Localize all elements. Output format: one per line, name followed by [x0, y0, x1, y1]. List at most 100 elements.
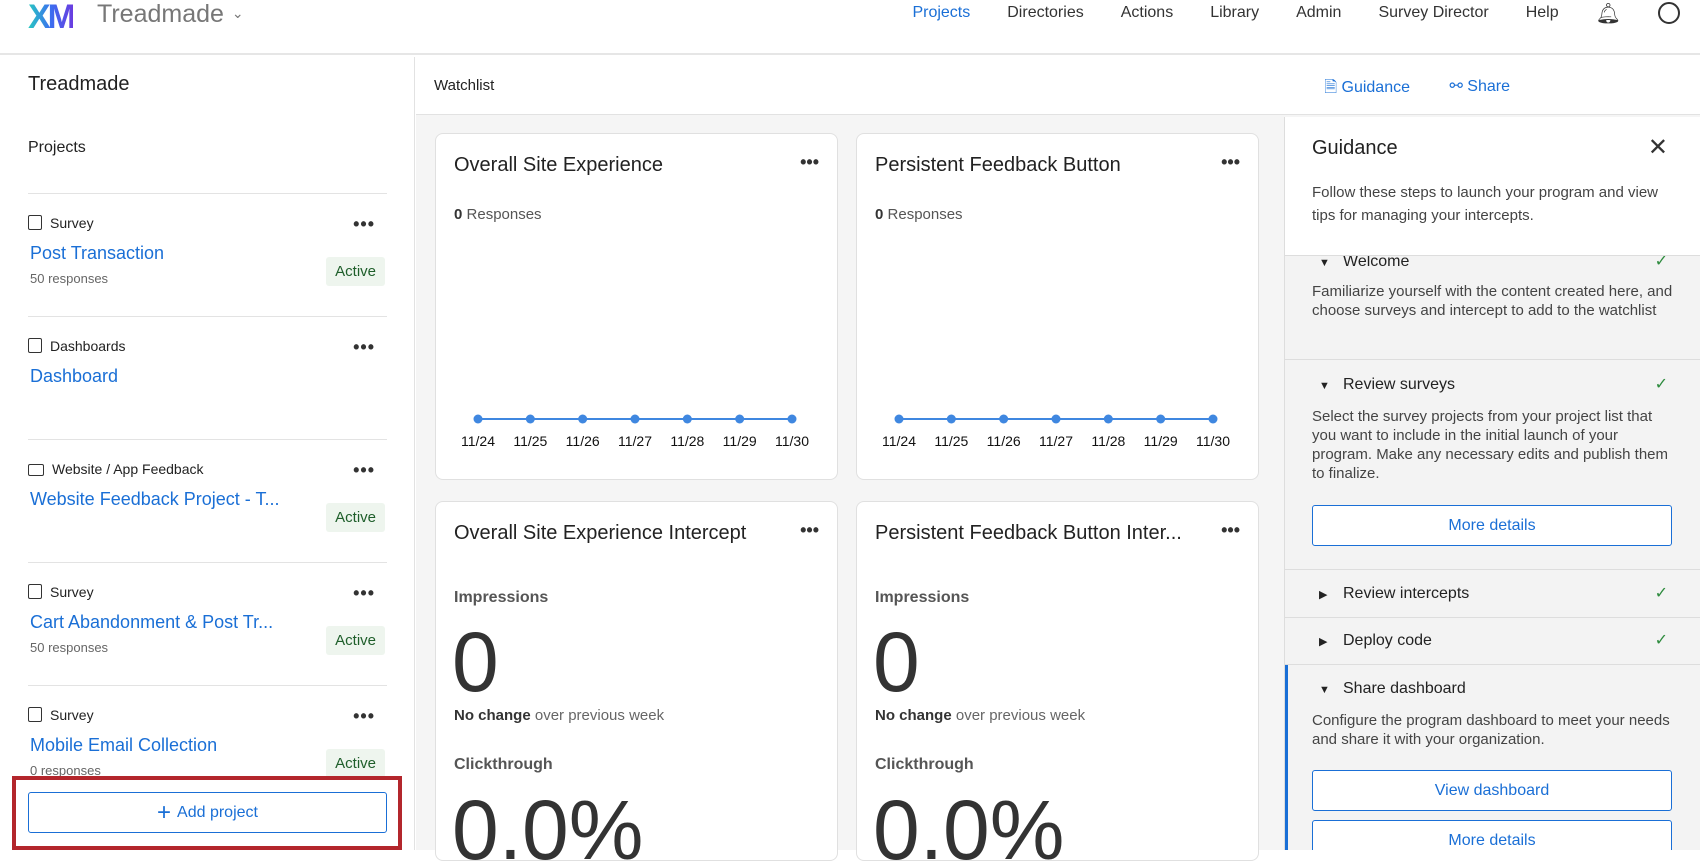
project-item[interactable]: Survey Post Transaction 50 responses •••…: [28, 193, 387, 316]
data-point[interactable]: [787, 414, 797, 424]
data-point[interactable]: [630, 414, 640, 424]
xm-logo[interactable]: XM: [28, 0, 76, 37]
responses-line-chart: 11/24 11/25 11/26 11/27 11/28 11/29 11/30: [882, 414, 1230, 449]
chevron-down-icon: ⌄: [231, 5, 244, 21]
more-details-button[interactable]: More details: [1312, 820, 1672, 850]
more-options-icon[interactable]: •••: [353, 460, 375, 481]
project-type-label: Survey: [50, 215, 94, 231]
survey-icon: [28, 215, 42, 230]
more-options-icon[interactable]: •••: [353, 583, 375, 604]
status-badge: Active: [326, 626, 385, 655]
status-badge: Active: [326, 257, 385, 286]
more-options-icon[interactable]: •••: [1221, 520, 1240, 541]
more-options-icon[interactable]: •••: [1221, 152, 1240, 173]
response-count: 50 responses: [30, 271, 109, 286]
guidance-step-review-surveys[interactable]: ▼ Review surveys ✓ Select the survey proj…: [1285, 360, 1700, 570]
nav-actions[interactable]: Actions: [1121, 4, 1173, 22]
project-type: Survey: [28, 707, 94, 723]
guidance-step-deploy-code[interactable]: ▶ Deploy code ✓: [1285, 618, 1700, 665]
step-header[interactable]: ▼ Share dashboard: [1319, 680, 1466, 698]
add-project-highlight: + Add project: [12, 776, 402, 850]
data-point[interactable]: [1103, 414, 1113, 424]
nav-help[interactable]: Help: [1526, 4, 1559, 22]
more-options-icon[interactable]: •••: [800, 520, 819, 541]
close-icon[interactable]: ✕: [1648, 133, 1668, 162]
project-name-link[interactable]: Mobile Email Collection: [30, 735, 217, 756]
x-tick-label: 11/29: [723, 433, 757, 449]
check-icon: ✓: [1654, 376, 1668, 393]
status-badge: Active: [326, 503, 385, 532]
guidance-header: Guidance ✕ Follow these steps to launch …: [1285, 117, 1700, 256]
project-name-link[interactable]: Website Feedback Project - T...: [30, 489, 279, 510]
project-name-link[interactable]: Dashboard: [30, 366, 118, 387]
clickthrough-value: 0.0%: [452, 783, 644, 861]
add-project-button[interactable]: + Add project: [28, 792, 387, 833]
dashboard-icon: [28, 338, 42, 353]
view-dashboard-button[interactable]: View dashboard: [1312, 770, 1672, 811]
data-point[interactable]: [525, 414, 535, 424]
card-title: Overall Site Experience: [454, 154, 663, 176]
bell-icon[interactable]: 🔔︎: [1596, 1, 1621, 26]
data-point[interactable]: [999, 414, 1009, 424]
responses-line-chart: 11/24 11/25 11/26 11/27 11/28 11/29 11/30: [461, 414, 809, 449]
guidance-step-review-intercepts[interactable]: ▶ Review intercepts ✓: [1285, 570, 1700, 618]
data-point[interactable]: [1208, 414, 1218, 424]
caret-down-icon: ▼: [1319, 684, 1330, 696]
nav-projects[interactable]: Projects: [912, 4, 970, 22]
more-options-icon[interactable]: •••: [353, 337, 375, 358]
nav-library[interactable]: Library: [1210, 4, 1259, 22]
x-tick-label: 11/25: [934, 433, 968, 449]
project-name-link[interactable]: Post Transaction: [30, 243, 164, 264]
check-icon: ✓: [1654, 632, 1668, 649]
guidance-button[interactable]: 🗎 Guidance: [1324, 76, 1410, 103]
card-title: Overall Site Experience Intercept: [454, 522, 747, 544]
brand-switcher[interactable]: Treadmade ⌄: [97, 0, 244, 29]
project-item[interactable]: Survey Cart Abandonment & Post Tr... 50 …: [28, 562, 387, 685]
change-text: No change over previous week: [454, 707, 664, 724]
user-account-icon[interactable]: [1658, 2, 1680, 24]
caret-down-icon: ▼: [1319, 380, 1330, 392]
nav-directories[interactable]: Directories: [1007, 4, 1083, 22]
data-point[interactable]: [578, 414, 588, 424]
project-type-label: Survey: [50, 584, 94, 600]
data-point[interactable]: [1156, 414, 1166, 424]
check-icon: ✓: [1654, 585, 1668, 602]
step-header[interactable]: ▶ Review intercepts: [1319, 585, 1469, 603]
data-point[interactable]: [735, 414, 745, 424]
x-tick-label: 11/30: [775, 433, 809, 449]
nav-admin[interactable]: Admin: [1296, 4, 1341, 22]
change-value: No change: [875, 707, 952, 724]
data-point[interactable]: [473, 414, 483, 424]
more-options-icon[interactable]: •••: [800, 152, 819, 173]
data-point[interactable]: [682, 414, 692, 424]
more-details-button[interactable]: More details: [1312, 505, 1672, 546]
step-header[interactable]: ▶ Deploy code: [1319, 632, 1432, 650]
watchlist-card: Persistent Feedback Button Inter... ••• …: [856, 501, 1259, 861]
clickthrough-value: 0.0%: [873, 783, 1065, 861]
watchlist-card: Overall Site Experience Intercept ••• Im…: [435, 501, 838, 861]
caret-right-icon: ▶: [1319, 636, 1328, 648]
project-item[interactable]: Website / App Feedback Website Feedback …: [28, 439, 387, 562]
project-item[interactable]: Dashboards Dashboard •••: [28, 316, 387, 439]
impressions-label: Impressions: [454, 589, 549, 606]
responses-count: 0 Responses: [875, 206, 963, 223]
watchlist-card: Persistent Feedback Button ••• 0 Respons…: [856, 133, 1259, 480]
step-title: Review surveys: [1343, 376, 1456, 393]
caret-down-icon: ▼: [1319, 257, 1330, 269]
data-point[interactable]: [894, 414, 904, 424]
project-name-link[interactable]: Cart Abandonment & Post Tr...: [30, 612, 273, 633]
data-point[interactable]: [1051, 414, 1061, 424]
more-options-icon[interactable]: •••: [353, 214, 375, 235]
step-header[interactable]: ▼ Review surveys: [1319, 376, 1455, 394]
nav-survey-director[interactable]: Survey Director: [1378, 4, 1488, 22]
project-type: Survey: [28, 215, 94, 231]
project-type-label: Website / App Feedback: [52, 461, 204, 477]
guidance-step-share-dashboard[interactable]: ▼ Share dashboard Configure the program d…: [1285, 665, 1700, 850]
x-tick-label: 11/25: [513, 433, 547, 449]
brand-name: Treadmade: [97, 0, 224, 28]
more-options-icon[interactable]: •••: [353, 706, 375, 727]
share-button[interactable]: ⚯ Share: [1449, 76, 1510, 96]
data-point[interactable]: [946, 414, 956, 424]
x-tick-label: 11/24: [882, 433, 916, 449]
step-text: Familiarize yourself with the content cr…: [1312, 283, 1673, 319]
